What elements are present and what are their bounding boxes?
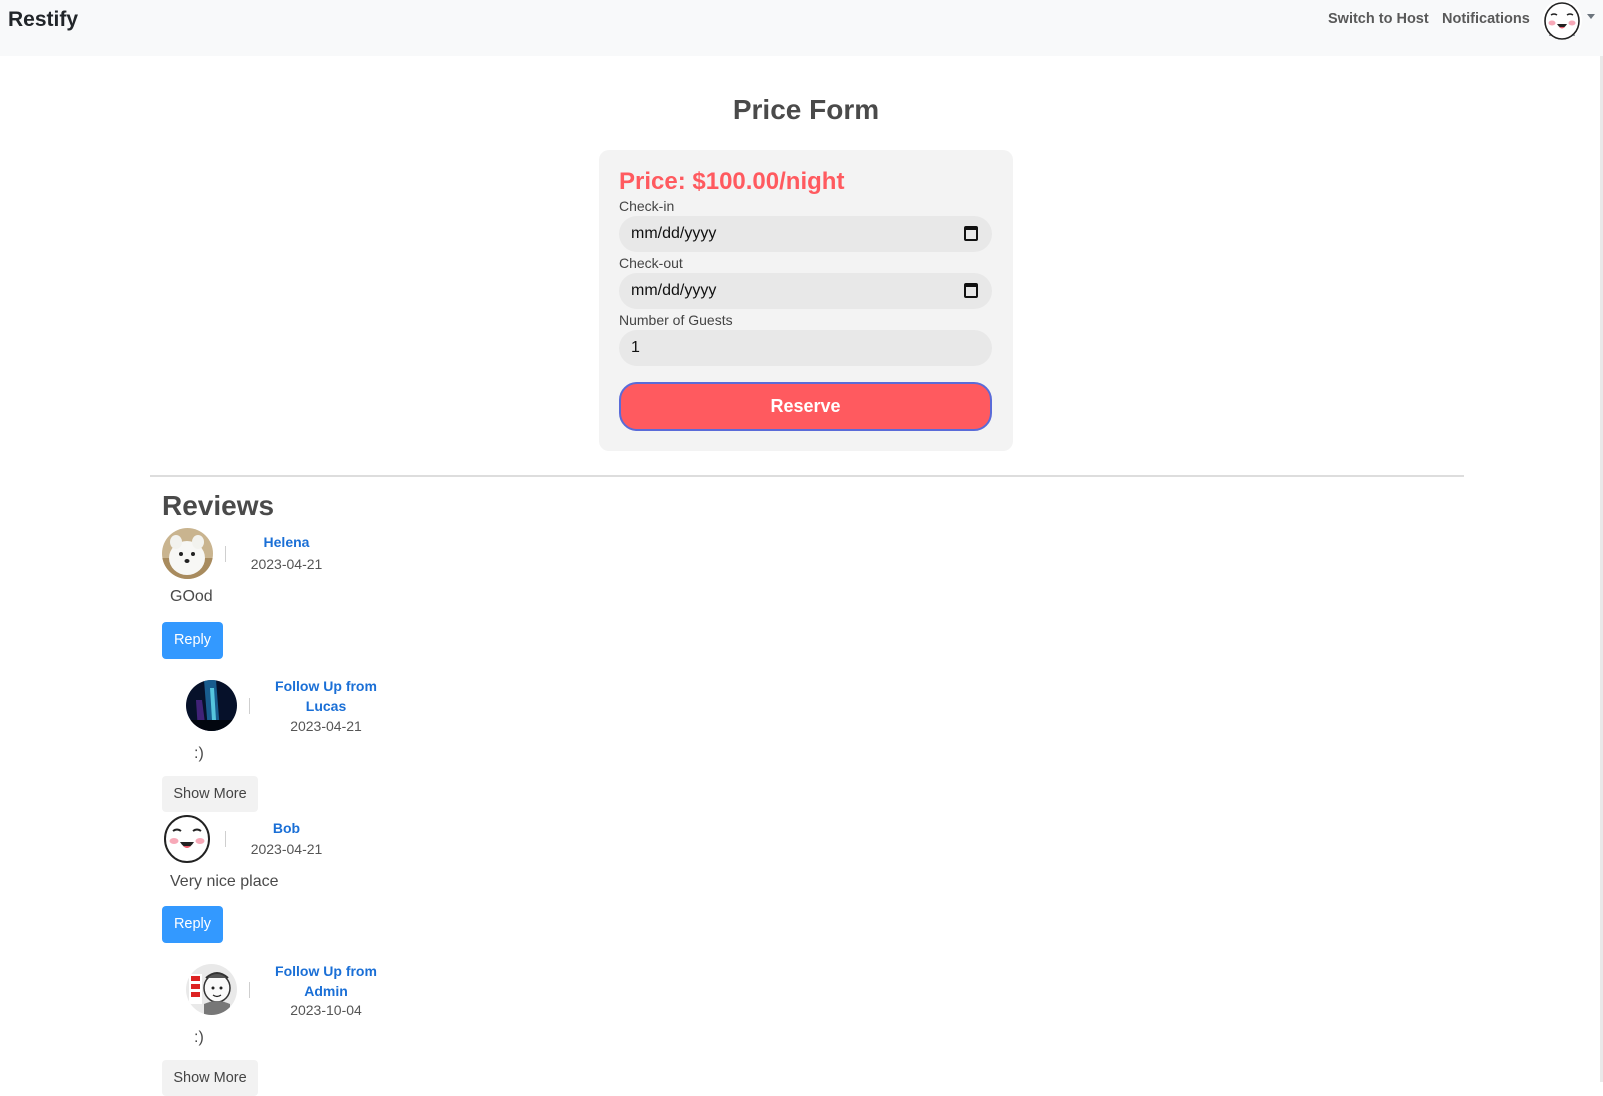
checkin-date-input[interactable]: mm/dd/yyyy <box>619 216 992 252</box>
guests-input[interactable]: 1 <box>619 330 992 366</box>
calendar-icon[interactable] <box>964 226 978 241</box>
followup-date: 2023-04-21 <box>290 718 362 734</box>
review-author[interactable]: Bob <box>244 818 329 838</box>
checkout-value: mm/dd/yyyy <box>631 282 717 299</box>
show-more-button[interactable]: Show More <box>162 776 258 812</box>
followup-date: 2023-10-04 <box>290 1002 362 1018</box>
reply-button[interactable]: Reply <box>162 906 223 943</box>
price-form-card: Price: $100.00/night Check-in mm/dd/yyyy… <box>599 150 1013 451</box>
reserve-button[interactable]: Reserve <box>619 382 992 431</box>
review-comment: Very nice place <box>170 873 279 890</box>
guests-value: 1 <box>631 339 640 356</box>
review-author[interactable]: Helena <box>244 532 329 552</box>
followup-author[interactable]: Follow Up from Admin <box>268 961 384 1001</box>
brand-logo[interactable]: Restify <box>8 8 78 32</box>
caret-down-icon[interactable] <box>1587 14 1595 19</box>
notifications-link[interactable]: Notifications <box>1442 11 1530 27</box>
switch-to-host-link[interactable]: Switch to Host <box>1328 11 1429 27</box>
separator <box>249 982 250 998</box>
followup-author[interactable]: Follow Up from Lucas <box>268 676 384 716</box>
review-date: 2023-04-21 <box>250 841 323 857</box>
white-dog-avatar-icon <box>162 528 213 579</box>
checkout-date-input[interactable]: mm/dd/yyyy <box>619 273 992 309</box>
checkin-value: mm/dd/yyyy <box>631 225 717 242</box>
separator <box>225 831 226 847</box>
page-title: Price Form <box>732 94 880 125</box>
separator <box>249 698 250 714</box>
separator <box>225 546 226 562</box>
navbar: Restify Switch to Host Notifications <box>0 0 1603 56</box>
show-more-button[interactable]: Show More <box>162 1060 258 1096</box>
night-sky-avatar-icon <box>186 680 237 731</box>
checkout-label: Check-out <box>619 255 683 271</box>
guests-label: Number of Guests <box>619 312 733 328</box>
review-date: 2023-04-21 <box>250 556 323 572</box>
user-avatar-icon[interactable] <box>1542 0 1582 40</box>
checkin-label: Check-in <box>619 198 675 214</box>
followup-comment: :) <box>194 745 204 762</box>
reply-button[interactable]: Reply <box>162 622 223 659</box>
review-comment: GOod <box>170 588 213 605</box>
meme-sketch-avatar-icon <box>186 964 237 1015</box>
section-divider <box>150 475 1464 477</box>
followup-comment: :) <box>194 1029 204 1046</box>
cartoon-face-avatar-icon <box>162 813 213 864</box>
reviews-title: Reviews <box>162 490 275 521</box>
price-label: Price: $100.00/night <box>619 168 845 195</box>
calendar-icon[interactable] <box>964 283 978 298</box>
